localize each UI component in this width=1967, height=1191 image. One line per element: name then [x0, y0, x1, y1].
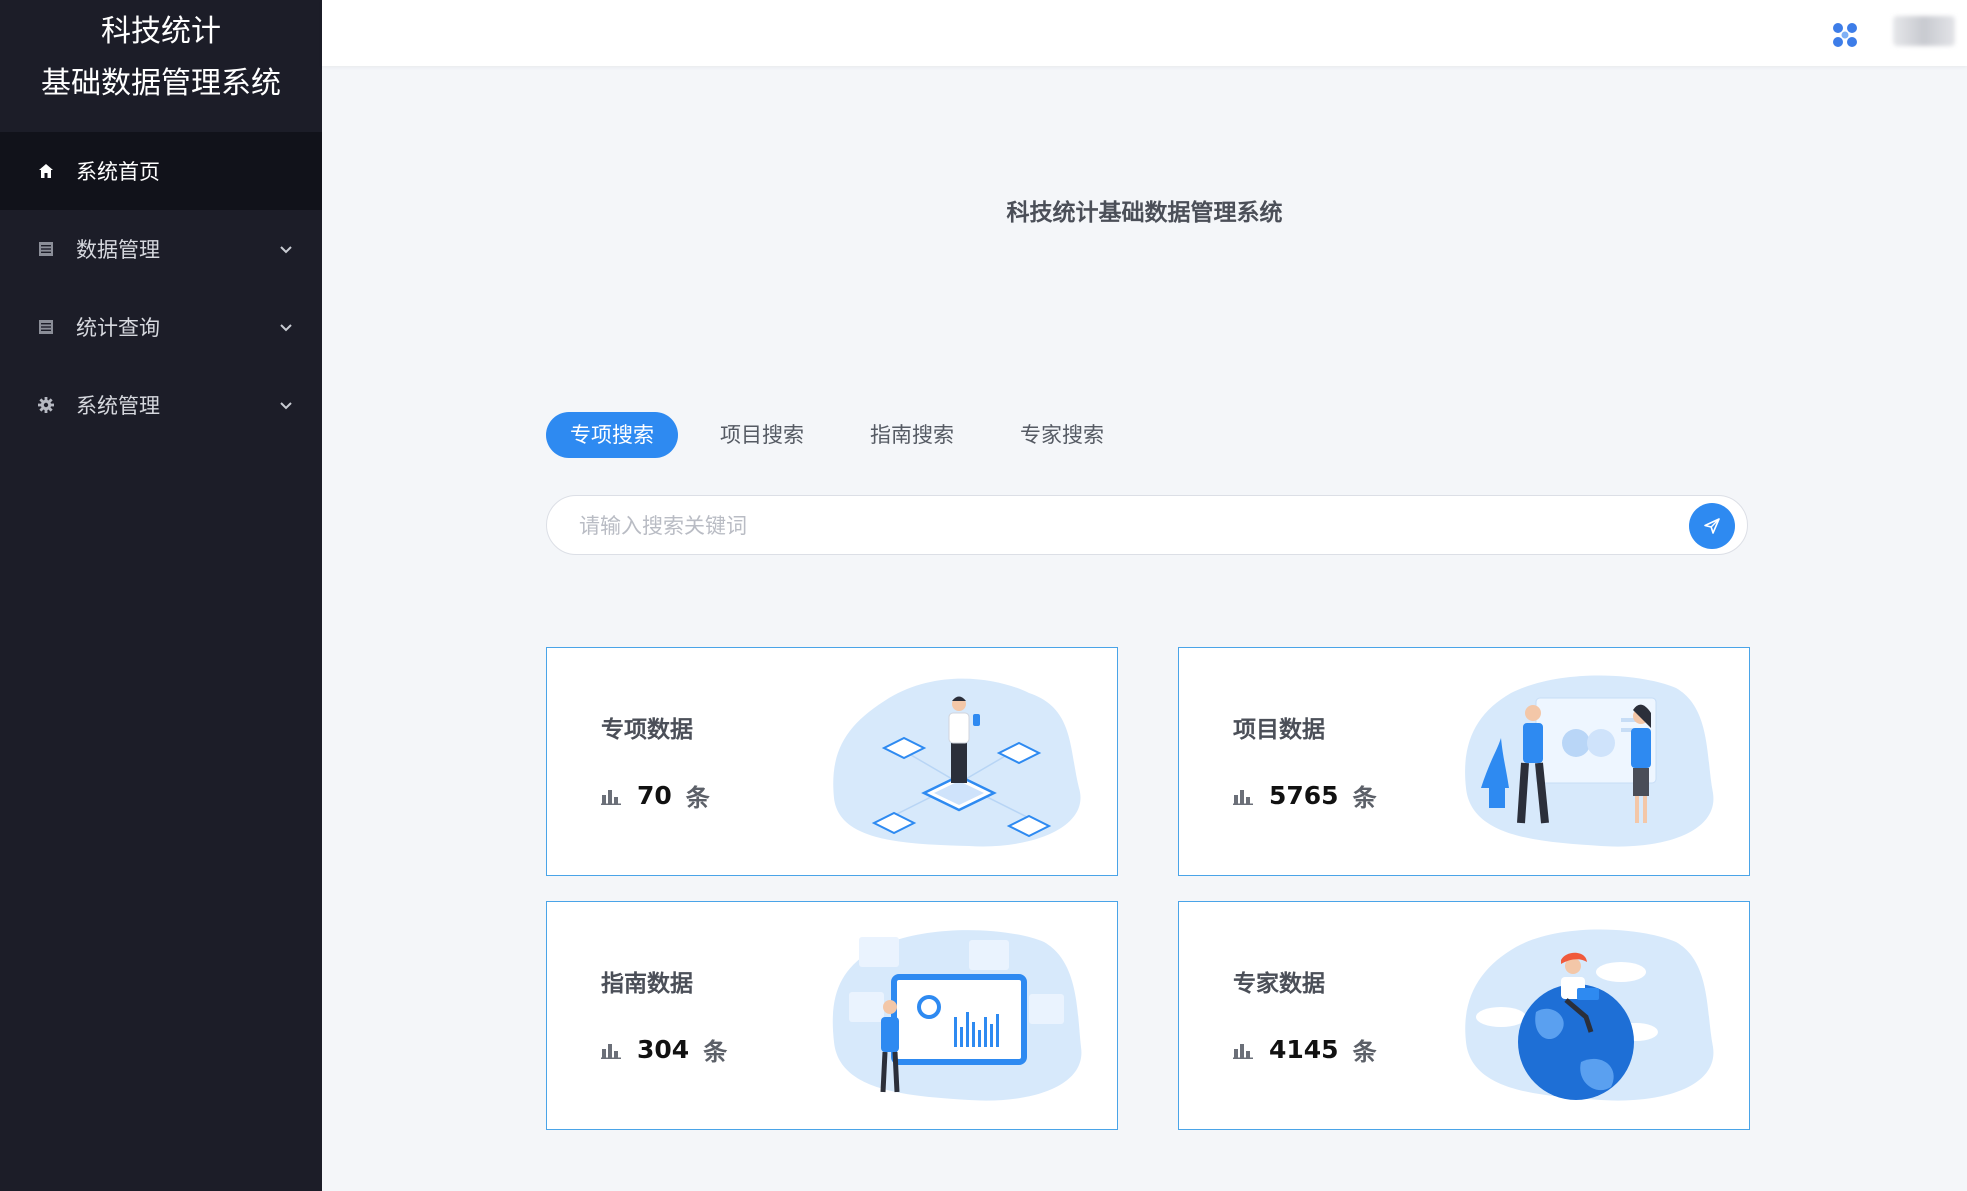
card-unit: 条 [1352, 784, 1377, 812]
tab-guide-search[interactable]: 指南搜索 [846, 412, 978, 458]
chevron-down-icon [280, 402, 292, 410]
card-stat: 5765 条 [1233, 778, 1377, 813]
list-icon [36, 239, 56, 259]
top-header [322, 0, 1967, 66]
home-icon [36, 161, 56, 181]
page-title: 科技统计基础数据管理系统 [1006, 200, 1283, 226]
card-special-data[interactable]: 专项数据 70 条 [546, 647, 1118, 876]
card-title: 指南数据 [601, 971, 693, 997]
tab-project-search[interactable]: 项目搜索 [696, 412, 828, 458]
sidebar-item-data-management[interactable]: 数据管理 [0, 210, 322, 288]
analytics-screen-illustration [832, 930, 1082, 1101]
search-bar [546, 495, 1748, 556]
send-icon [1704, 518, 1720, 534]
card-count: 70 [637, 781, 672, 810]
card-count: 5765 [1269, 781, 1339, 810]
sidebar-item-label: 统计查询 [76, 316, 160, 340]
card-project-data[interactable]: 项目数据 5765 条 [1178, 647, 1750, 876]
sidebar-item-label: 系统首页 [76, 160, 160, 184]
card-unit: 条 [685, 784, 710, 812]
globe-person-illustration [1465, 929, 1714, 1101]
card-unit: 条 [703, 1038, 728, 1066]
brand-title-line1: 科技统计 [101, 14, 221, 49]
card-expert-data[interactable]: 专家数据 4145 条 [1178, 901, 1750, 1130]
card-count: 304 [637, 1035, 690, 1064]
brand-title-line2: 基础数据管理系统 [41, 66, 281, 101]
card-guide-data[interactable]: 指南数据 304 条 [546, 901, 1118, 1130]
list-icon [36, 317, 56, 337]
card-title: 专项数据 [601, 717, 693, 743]
sidebar-item-label: 数据管理 [76, 238, 160, 262]
card-stat: 304 条 [601, 1032, 727, 1067]
brand: 科技统计 基础数据管理系统 [0, 0, 322, 132]
bar-chart-icon [1233, 789, 1253, 805]
tab-expert-search[interactable]: 专家搜索 [996, 412, 1128, 458]
search-input[interactable] [577, 496, 1621, 556]
sidebar-item-label: 系统管理 [76, 394, 160, 418]
bar-chart-icon [601, 789, 621, 805]
bar-chart-icon [1233, 1043, 1253, 1059]
chevron-down-icon [280, 246, 292, 254]
apps-icon[interactable] [1830, 20, 1860, 50]
card-title: 项目数据 [1233, 717, 1325, 743]
chevron-down-icon [280, 324, 292, 332]
chip-person-illustration [833, 678, 1081, 847]
card-stat: 70 条 [601, 778, 710, 813]
sidebar-item-system-management[interactable]: 系统管理 [0, 366, 322, 444]
card-title: 专家数据 [1233, 971, 1325, 997]
tab-special-search[interactable]: 专项搜索 [546, 412, 678, 458]
sidebar: 科技统计 基础数据管理系统 系统首页 数据管理 统计查询 系统管理 [0, 0, 322, 1191]
search-tabs: 专项搜索 项目搜索 指南搜索 专家搜索 [546, 412, 1146, 458]
search-submit-button[interactable] [1689, 503, 1735, 549]
sidebar-item-statistics-query[interactable]: 统计查询 [0, 288, 322, 366]
bar-chart-icon [601, 1043, 621, 1059]
meeting-board-illustration [1465, 675, 1714, 847]
sidebar-item-home[interactable]: 系统首页 [0, 132, 322, 210]
card-stat: 4145 条 [1233, 1032, 1377, 1067]
gear-icon [36, 395, 56, 415]
card-count: 4145 [1269, 1035, 1339, 1064]
card-unit: 条 [1352, 1038, 1377, 1066]
user-avatar[interactable] [1893, 16, 1955, 46]
